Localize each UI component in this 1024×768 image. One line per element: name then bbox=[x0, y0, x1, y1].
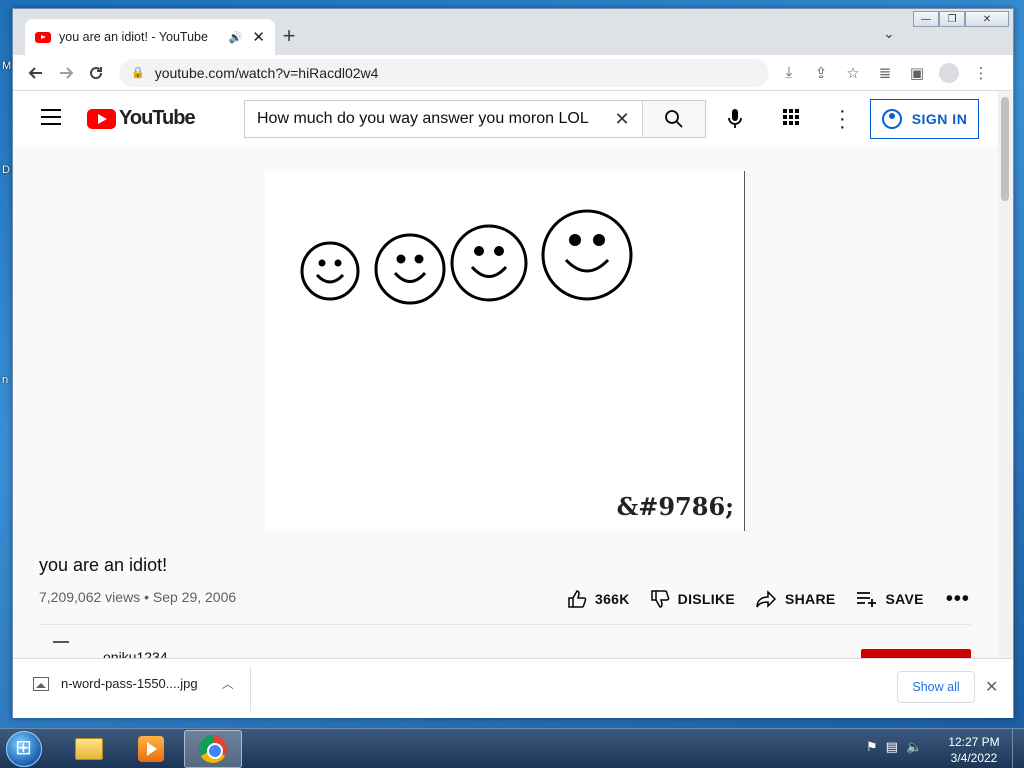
back-icon[interactable] bbox=[21, 59, 51, 87]
reading-list-icon[interactable]: ≣ bbox=[869, 59, 901, 87]
star-icon[interactable]: ☆ bbox=[837, 59, 869, 87]
menu-icon[interactable]: ⋮ bbox=[965, 59, 997, 87]
browser-toolbar: 🔒 youtube.com/watch?v=hiRacdl02w4 ⤓ ⇪ ☆ … bbox=[13, 55, 1013, 91]
desktop-icon-label: n bbox=[2, 374, 9, 386]
tab-title: you are an idiot! - YouTube bbox=[59, 30, 208, 44]
reload-icon[interactable] bbox=[81, 59, 111, 87]
taskbar-media-player[interactable] bbox=[122, 730, 180, 768]
share-arrow-icon bbox=[756, 590, 777, 608]
image-file-icon bbox=[33, 676, 49, 691]
tab-search-icon[interactable]: ⌄ bbox=[883, 25, 895, 42]
save-button[interactable]: SAVE bbox=[856, 589, 924, 609]
search-query: How much do you way answer you moron LOL bbox=[257, 110, 589, 127]
youtube-favicon-icon bbox=[35, 31, 51, 43]
youtube-play-icon bbox=[87, 108, 116, 129]
save-label: SAVE bbox=[885, 591, 924, 607]
tab-youtube[interactable]: you are an idiot! - YouTube 🔊 ✕ bbox=[25, 19, 275, 55]
start-button[interactable] bbox=[6, 731, 42, 767]
youtube-logo[interactable]: YouTube bbox=[87, 107, 196, 130]
clock[interactable]: 12:27 PM 3/4/2022 bbox=[944, 734, 1004, 766]
hamburger-menu-icon[interactable] bbox=[41, 109, 61, 125]
thumbs-up-icon bbox=[568, 590, 587, 608]
dislike-label: DISLIKE bbox=[677, 591, 735, 607]
like-button[interactable]: 366K bbox=[567, 589, 630, 609]
clear-search-icon[interactable]: ✕ bbox=[602, 109, 642, 130]
download-item[interactable]: n-word-pass-1550....jpg ︿ bbox=[33, 675, 234, 692]
channel-name[interactable]: oniku1234 bbox=[103, 649, 168, 658]
network-icon[interactable]: ▤ bbox=[886, 739, 898, 755]
media-player-icon bbox=[138, 736, 164, 762]
video-meta: 7,209,062 views • Sep 29, 2006 bbox=[39, 589, 237, 605]
tab-close-icon[interactable]: ✕ bbox=[252, 28, 265, 46]
video-actions: 366K DISLIKE SHARE SAVE ••• bbox=[567, 589, 970, 609]
omnibox-actions: ⤓ ⇪ ☆ ≣ ▣ ⋮ bbox=[773, 59, 997, 87]
share-label: SHARE bbox=[785, 591, 836, 607]
close-window-button[interactable]: ✕ bbox=[965, 11, 1009, 27]
install-icon[interactable]: ⤓ bbox=[773, 59, 805, 87]
folder-icon bbox=[75, 738, 103, 760]
search-icon bbox=[665, 110, 683, 128]
thumbs-down-icon bbox=[650, 590, 670, 608]
taskbar: ⚑ ▤ 🔈 12:27 PM 3/4/2022 bbox=[0, 728, 1024, 768]
show-all-button[interactable]: Show all bbox=[897, 671, 975, 703]
divider bbox=[39, 624, 971, 625]
desktop-icon-label: D bbox=[2, 164, 10, 176]
search-input[interactable]: How much do you way answer you moron LOL… bbox=[244, 100, 643, 138]
lock-icon[interactable]: 🔒 bbox=[131, 66, 145, 79]
user-icon bbox=[881, 109, 902, 129]
scrollbar-thumb[interactable] bbox=[1001, 97, 1009, 201]
download-bar: n-word-pass-1550....jpg ︿ Show all ✕ bbox=[13, 658, 1013, 718]
close-icon[interactable]: ✕ bbox=[985, 677, 998, 697]
url-text: youtube.com/watch?v=hiRacdl02w4 bbox=[154, 64, 379, 81]
taskbar-explorer[interactable] bbox=[60, 730, 118, 768]
logo-text: YouTube bbox=[119, 107, 196, 129]
speaker-icon[interactable]: 🔊 bbox=[229, 31, 243, 44]
youtube-header: YouTube How much do you way answer you m… bbox=[13, 91, 999, 147]
channel-avatar[interactable] bbox=[53, 641, 69, 643]
sign-in-label: SIGN IN bbox=[911, 111, 968, 127]
system-tray: ⚑ ▤ 🔈 bbox=[866, 739, 922, 755]
video-overlay-text: &#9786; bbox=[616, 492, 734, 521]
chrome-icon bbox=[199, 735, 227, 763]
forward-icon[interactable] bbox=[51, 59, 81, 87]
apps-grid-icon[interactable] bbox=[783, 109, 799, 125]
restore-button[interactable]: ❐ bbox=[939, 11, 965, 27]
download-filename: n-word-pass-1550....jpg bbox=[61, 676, 198, 691]
search-button[interactable] bbox=[642, 100, 706, 138]
share-icon[interactable]: ⇪ bbox=[805, 59, 837, 87]
more-actions-icon[interactable]: ••• bbox=[946, 589, 970, 609]
show-desktop-button[interactable] bbox=[1012, 729, 1024, 768]
page-scrollbar[interactable] bbox=[998, 91, 1013, 658]
clock-date: 3/4/2022 bbox=[950, 751, 998, 765]
chevron-up-icon[interactable]: ︿ bbox=[222, 675, 234, 692]
taskbar-chrome[interactable] bbox=[184, 730, 242, 768]
like-count: 366K bbox=[595, 591, 630, 607]
divider bbox=[250, 667, 251, 711]
subscribe-button[interactable] bbox=[861, 649, 971, 658]
volume-icon[interactable]: 🔈 bbox=[906, 739, 922, 755]
sign-in-button[interactable]: SIGN IN bbox=[870, 99, 979, 139]
address-bar[interactable]: 🔒 youtube.com/watch?v=hiRacdl02w4 bbox=[119, 58, 769, 87]
share-button[interactable]: SHARE bbox=[755, 589, 836, 609]
tab-strip: you are an idiot! - YouTube 🔊 ✕ + ⌄ — ❐ … bbox=[13, 9, 1013, 55]
new-tab-button[interactable]: + bbox=[275, 23, 303, 49]
playlist-add-icon bbox=[856, 592, 876, 607]
browser-window: you are an idiot! - YouTube 🔊 ✕ + ⌄ — ❐ … bbox=[12, 8, 1014, 718]
action-center-icon[interactable]: ⚑ bbox=[866, 739, 878, 755]
clock-time: 12:27 PM bbox=[948, 735, 1000, 749]
desktop-icon-label: M bbox=[2, 60, 12, 72]
window-controls: — ❐ ✕ bbox=[913, 11, 1009, 27]
video-title: you are an idiot! bbox=[39, 555, 168, 575]
side-panel-icon[interactable]: ▣ bbox=[901, 59, 933, 87]
profile-icon[interactable] bbox=[933, 59, 965, 87]
dislike-button[interactable]: DISLIKE bbox=[650, 589, 735, 609]
video-player[interactable]: &#9786; bbox=[265, 171, 745, 531]
settings-more-icon[interactable]: · · · bbox=[839, 101, 846, 137]
web-page: YouTube How much do you way answer you m… bbox=[13, 91, 999, 658]
smiley-faces-image bbox=[300, 209, 633, 305]
minimize-button[interactable]: — bbox=[913, 11, 939, 27]
microphone-icon[interactable] bbox=[721, 105, 749, 133]
